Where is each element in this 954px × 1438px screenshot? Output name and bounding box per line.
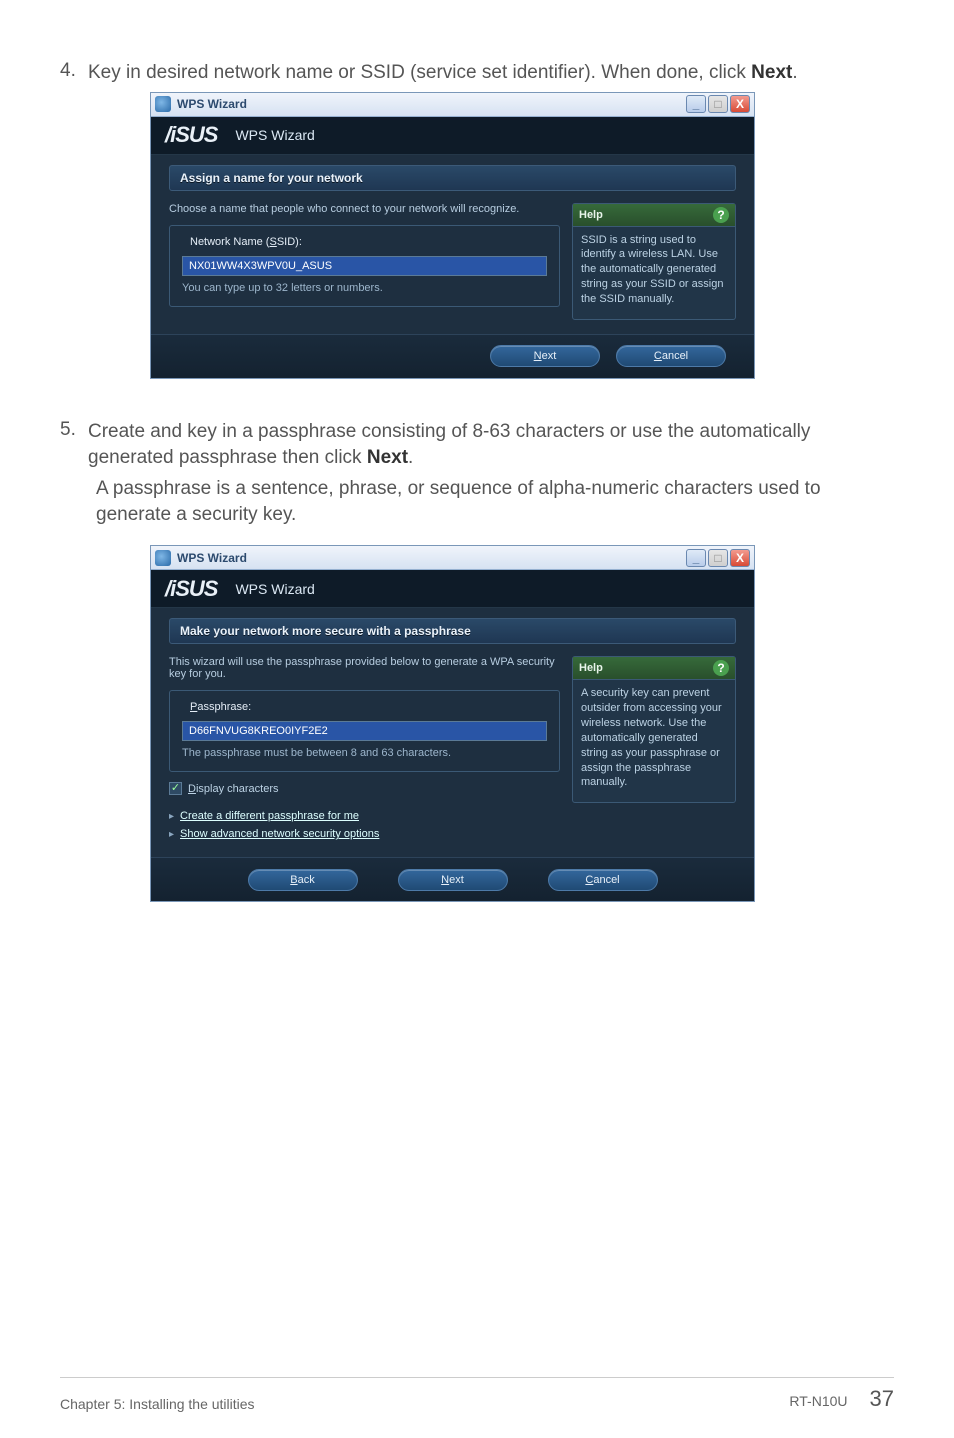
display-characters-checkbox[interactable]: ✓ — [169, 782, 182, 795]
close-button[interactable]: X — [730, 549, 750, 567]
help-icon[interactable]: ? — [713, 660, 729, 676]
next-button[interactable]: Next — [490, 345, 600, 367]
help-panel: Help ? A security key can prevent outsid… — [572, 656, 736, 803]
footer-left: Chapter 5: Installing the utilities — [60, 1396, 255, 1412]
step5-text-b: . — [408, 447, 413, 468]
step4-text: Key in desired network name or SSID (ser… — [88, 60, 894, 86]
cancel-u: C — [654, 350, 662, 362]
minimize-button[interactable]: _ — [686, 549, 706, 567]
next-button[interactable]: Next — [398, 869, 508, 891]
step-number: 5. — [60, 419, 88, 441]
app-icon — [155, 96, 171, 112]
footer-page: 37 — [870, 1386, 894, 1412]
help-title: Help — [579, 662, 603, 674]
section-header: Assign a name for your network — [169, 165, 736, 191]
step4-bold: Next — [751, 62, 792, 83]
display-characters-label: Display characters — [188, 783, 279, 795]
cancel-button[interactable]: Cancel — [548, 869, 658, 891]
wps-wizard-window-2: WPS Wizard _ □ X /iSUS WPS Wizard Make y… — [150, 545, 755, 902]
network-name-legend: Network Name (SSID): — [186, 236, 306, 248]
window-title: WPS Wizard — [177, 551, 686, 565]
passphrase-hint: The passphrase must be between 8 and 63 … — [182, 747, 547, 759]
link-advanced-options[interactable]: ▸ Show advanced network security options — [169, 825, 560, 843]
passphrase-fieldset: Passphrase: The passphrase must be betwe… — [169, 690, 560, 772]
passphrase-legend: Passphrase: — [186, 701, 255, 713]
brand-title: WPS Wizard — [235, 581, 314, 597]
legend-post: SID): — [277, 236, 302, 248]
legend-post: assphrase: — [197, 701, 251, 713]
step5-text-a: Create and key in a passphrase consistin… — [88, 421, 810, 468]
brand-row: /iSUS WPS Wizard — [151, 570, 754, 608]
cancel-u: C — [585, 874, 593, 886]
link2-text: Show advanced network security options — [180, 828, 379, 840]
next-rest: ext — [542, 350, 557, 362]
page-footer: Chapter 5: Installing the utilities RT-N… — [60, 1377, 894, 1412]
next-u: N — [441, 874, 449, 886]
step4-text-b: . — [792, 62, 797, 83]
next-u: N — [534, 350, 542, 362]
legend-u: S — [269, 236, 276, 248]
step4-text-a: Key in desired network name or SSID (ser… — [88, 62, 751, 83]
help-panel: Help ? SSID is a string used to identify… — [572, 203, 736, 320]
help-body: SSID is a string used to identify a wire… — [573, 227, 735, 313]
section-lead: Choose a name that people who connect to… — [169, 203, 560, 215]
ssid-input[interactable] — [182, 256, 547, 276]
chevron-right-icon: ▸ — [169, 811, 174, 822]
legend-pre: Network Name ( — [190, 236, 269, 248]
section-lead: This wizard will use the passphrase prov… — [169, 656, 560, 680]
step5-text: Create and key in a passphrase consistin… — [88, 419, 894, 470]
cancel-button[interactable]: Cancel — [616, 345, 726, 367]
brand-title: WPS Wizard — [235, 127, 314, 143]
close-button[interactable]: X — [730, 95, 750, 113]
step5-paragraph: A passphrase is a sentence, phrase, or s… — [96, 476, 894, 527]
back-rest: ack — [298, 874, 315, 886]
minimize-button[interactable]: _ — [686, 95, 706, 113]
next-rest: ext — [449, 874, 464, 886]
help-title: Help — [579, 209, 603, 221]
wizard-footer: Back Next Cancel — [151, 857, 754, 901]
titlebar: WPS Wizard _ □ X — [151, 93, 754, 117]
ssid-hint: You can type up to 32 letters or numbers… — [182, 282, 547, 294]
passphrase-input[interactable] — [182, 721, 547, 741]
back-button[interactable]: Back — [248, 869, 358, 891]
brand-logo: /iSUS — [165, 576, 217, 602]
wps-wizard-window-1: WPS Wizard _ □ X /iSUS WPS Wizard Assign… — [150, 92, 755, 379]
network-name-fieldset: Network Name (SSID): You can type up to … — [169, 225, 560, 307]
window-title: WPS Wizard — [177, 97, 686, 111]
cancel-rest: ancel — [593, 874, 619, 886]
cancel-rest: ancel — [662, 350, 688, 362]
section-header: Make your network more secure with a pas… — [169, 618, 736, 644]
chevron-right-icon: ▸ — [169, 829, 174, 840]
maximize-button: □ — [708, 549, 728, 567]
step-number: 4. — [60, 60, 88, 82]
help-icon[interactable]: ? — [713, 207, 729, 223]
link1-text: Create a different passphrase for me — [180, 810, 359, 822]
titlebar: WPS Wizard _ □ X — [151, 546, 754, 570]
brand-logo: /iSUS — [165, 122, 217, 148]
footer-model: RT-N10U — [789, 1393, 847, 1409]
wizard-footer: Next Cancel — [151, 334, 754, 378]
back-u: B — [290, 874, 297, 886]
help-body: A security key can prevent outsider from… — [573, 680, 735, 796]
step5-bold: Next — [367, 447, 408, 468]
link-create-passphrase[interactable]: ▸ Create a different passphrase for me — [169, 807, 560, 825]
brand-row: /iSUS WPS Wizard — [151, 117, 754, 155]
maximize-button: □ — [708, 95, 728, 113]
app-icon — [155, 550, 171, 566]
